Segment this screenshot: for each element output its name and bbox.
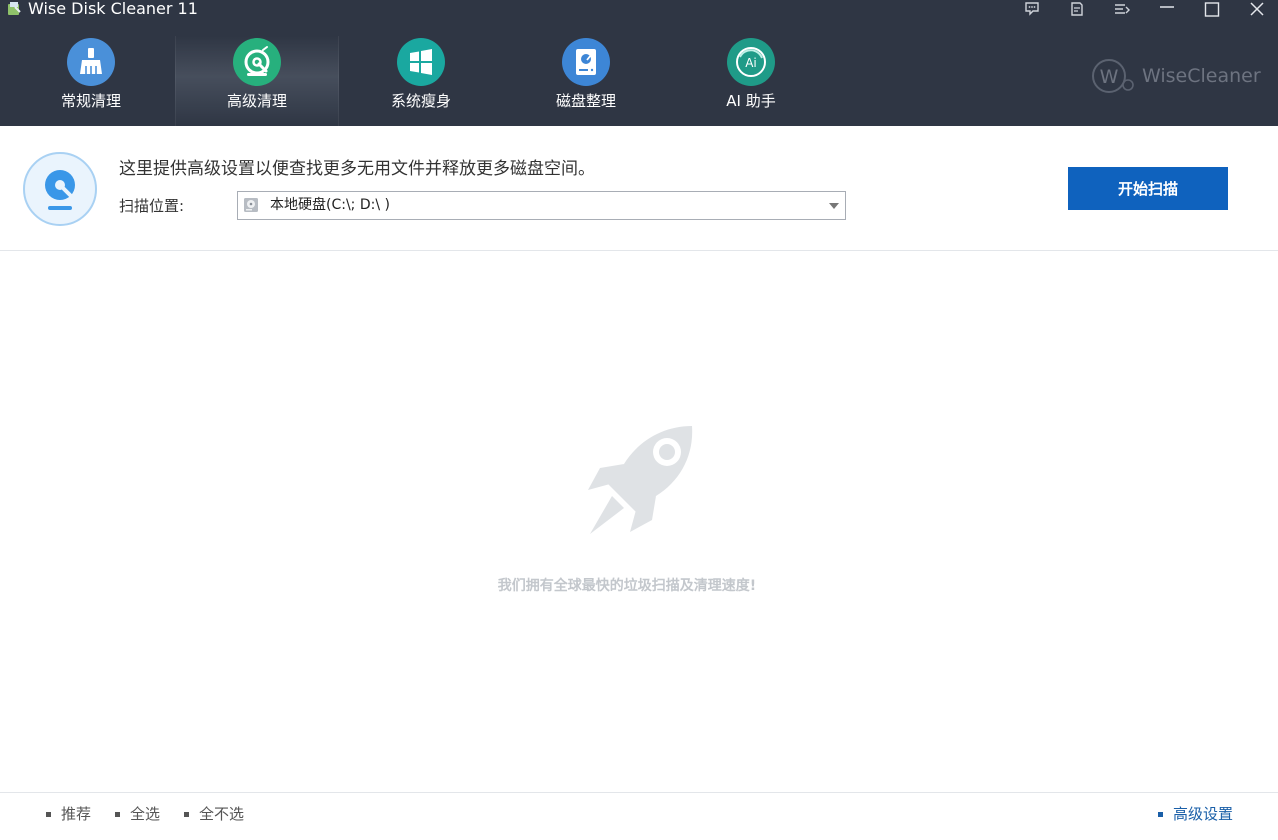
app-icon <box>6 1 22 17</box>
advanced-settings-label: 高级设置 <box>1173 805 1234 823</box>
scan-location-select[interactable]: 本地硬盘(C:\; D:\ ) <box>237 191 846 220</box>
tab-label: AI 助手 <box>726 92 776 110</box>
windows-icon <box>397 38 445 86</box>
tab-label: 系统瘦身 <box>390 92 451 110</box>
tab-advanced-clean[interactable]: 高级清理 <box>175 36 339 126</box>
chevron-down-icon <box>829 203 839 209</box>
notes-icon[interactable] <box>1062 0 1092 18</box>
title-bar: Wise Disk Cleaner 11 <box>0 0 1278 22</box>
hard-disk-icon <box>243 197 259 213</box>
svg-text:W: W <box>1100 66 1119 88</box>
maximize-icon[interactable] <box>1197 0 1227 18</box>
disk-clean-icon <box>233 38 281 86</box>
wisecleaner-logo-icon: W <box>1088 58 1138 100</box>
recommend-link[interactable]: 推荐 <box>46 804 91 824</box>
scan-location-value: 本地硬盘(C:\; D:\ ) <box>270 197 390 213</box>
tab-ai-assistant[interactable]: Ai AI 助手 <box>670 36 832 126</box>
chat-icon[interactable] <box>1017 0 1047 18</box>
scan-settings-panel: 这里提供高级设置以便查找更多无用文件并释放更多磁盘空间。 扫描位置: 本地硬盘(… <box>0 126 1278 251</box>
select-all-link[interactable]: 全选 <box>115 804 160 824</box>
recommend-label: 推荐 <box>61 805 92 823</box>
scan-location-label: 扫描位置: <box>119 197 185 215</box>
minimize-icon[interactable] <box>1152 0 1182 18</box>
bullet-icon <box>1158 811 1163 817</box>
scan-description: 这里提供高级设置以便查找更多无用文件并释放更多磁盘空间。 <box>119 159 595 179</box>
slogan-text: 我们拥有全球最快的垃圾扫描及清理速度! <box>497 578 757 594</box>
broom-icon <box>67 38 115 86</box>
select-all-label: 全选 <box>130 805 161 823</box>
brand-text: WiseCleaner <box>1142 65 1261 87</box>
tab-regular-clean[interactable]: 常规清理 <box>10 36 172 126</box>
tab-label: 常规清理 <box>60 92 121 110</box>
bullet-icon <box>46 811 51 817</box>
svg-text:Ai: Ai <box>745 56 757 70</box>
drive-icon <box>562 38 610 86</box>
select-none-link[interactable]: 全不选 <box>184 804 244 824</box>
header: Wise Disk Cleaner 11 常规清理 高级清理 系统瘦身 磁盘整理… <box>0 0 1278 126</box>
bullet-icon <box>115 811 120 817</box>
disk-scan-icon <box>22 151 98 227</box>
footer-bar: 推荐 全选 全不选 高级设置 <box>0 792 1278 840</box>
tab-system-slim[interactable]: 系统瘦身 <box>340 36 502 126</box>
brand-logo: W WiseCleaner <box>1088 58 1261 96</box>
close-icon[interactable] <box>1242 0 1272 18</box>
app-title: Wise Disk Cleaner 11 <box>28 0 198 18</box>
tab-label: 磁盘整理 <box>555 92 616 110</box>
select-none-label: 全不选 <box>199 805 245 823</box>
start-scan-button[interactable]: 开始扫描 <box>1068 167 1228 210</box>
rocket-icon <box>584 424 696 538</box>
menu-icon[interactable] <box>1107 0 1137 18</box>
tab-label: 高级清理 <box>226 92 287 110</box>
advanced-settings-link[interactable]: 高级设置 <box>1158 804 1233 824</box>
tab-disk-defrag[interactable]: 磁盘整理 <box>505 36 667 126</box>
ai-icon: Ai <box>727 38 775 86</box>
bullet-icon <box>184 811 189 817</box>
